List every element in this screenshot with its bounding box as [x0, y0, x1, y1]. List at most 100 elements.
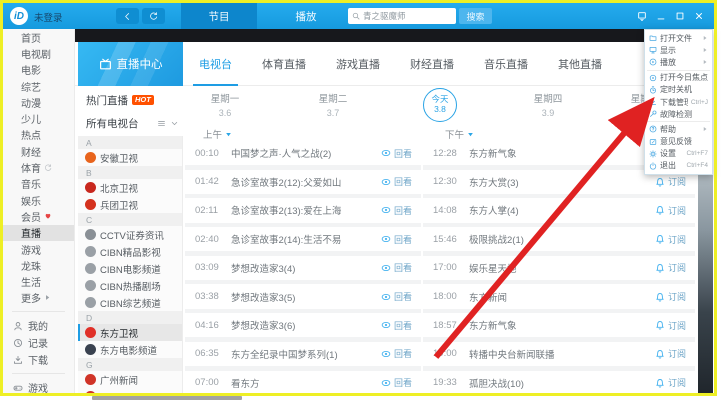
menu-item-2[interactable]: 播放	[645, 56, 712, 68]
menu-item-4[interactable]: 定时关机	[645, 84, 712, 96]
hot-live-row[interactable]: 热门直播 HOT	[78, 89, 183, 111]
morning-filter[interactable]: 上午	[203, 127, 232, 141]
back-button[interactable]	[116, 8, 139, 24]
channel-item[interactable]: 广州新闻	[78, 371, 182, 388]
playback-button[interactable]: 回看	[381, 290, 412, 303]
channel-item[interactable]: CIBN电影频道	[78, 260, 182, 277]
sidebar-item-6[interactable]: 热点	[3, 127, 74, 143]
sidebar-item-5[interactable]: 少儿	[3, 110, 74, 126]
sidebar-item-9[interactable]: 音乐	[3, 176, 74, 192]
menu-item-9[interactable]: 设置Ctrl+F7	[645, 148, 712, 160]
channel-name: 安徽卫视	[100, 151, 138, 165]
menu-item-3[interactable]: 打开今日焦点	[645, 72, 712, 84]
playback-button[interactable]: 回看	[381, 233, 412, 246]
date-today[interactable]: 今天 3.8	[423, 88, 457, 122]
login-status[interactable]: 未登录	[34, 10, 63, 24]
menu-item-1[interactable]: 显示	[645, 44, 712, 56]
sidebar-item-1[interactable]: 电视剧	[3, 45, 74, 61]
refresh-button[interactable]	[142, 8, 165, 24]
maximize-button[interactable]	[672, 8, 687, 24]
subscribe-button[interactable]: 订阅	[655, 376, 686, 389]
all-channels-row[interactable]: 所有电视台	[78, 113, 183, 133]
playback-button[interactable]: 回看	[381, 147, 412, 160]
playback-button[interactable]: 回看	[381, 204, 412, 217]
subscribe-button[interactable]: 订阅	[655, 319, 686, 332]
subscribe-button[interactable]: 订阅	[655, 204, 686, 217]
channel-item[interactable]: 安徽卫视	[78, 149, 182, 166]
channel-item[interactable]: CIBN综艺频道	[78, 294, 182, 311]
list-icon[interactable]	[157, 119, 166, 128]
program-time: 01:42	[195, 176, 231, 187]
sidebar-item-8[interactable]: 体育	[3, 159, 74, 175]
playback-button[interactable]: 回看	[381, 347, 412, 360]
schedule-row: 02:40 急诊室故事2(14):生活不易 回看	[185, 227, 421, 251]
schedule-row: 15:46 极限挑战2(1) 订阅	[423, 227, 695, 251]
channel-item[interactable]: 东方卫视	[78, 324, 182, 341]
sidebar-item-label: 体育	[21, 160, 41, 175]
menu-item-6[interactable]: 故障检测	[645, 108, 712, 120]
live-tab-1[interactable]: 体育直播	[260, 42, 308, 86]
sidebar-item-0[interactable]: 首页	[3, 29, 74, 45]
sidebar-item-12[interactable]: 直播	[3, 225, 74, 241]
sidebar-item-2[interactable]: 电影	[3, 62, 74, 78]
sidebar-item-16[interactable]: 更多	[3, 290, 74, 306]
sidebar-下载-item[interactable]: 下载	[3, 351, 74, 368]
sidebar-游戏-item[interactable]: 游戏	[3, 379, 74, 393]
nav-tab-programs[interactable]: 节目	[181, 3, 257, 29]
sidebar-item-13[interactable]: 游戏	[3, 241, 74, 257]
sidebar-item-3[interactable]: 综艺	[3, 78, 74, 94]
maximize-icon	[675, 11, 685, 21]
live-tab-5[interactable]: 其他直播	[556, 42, 604, 86]
sidebar-item-4[interactable]: 动漫	[3, 94, 74, 110]
search-button[interactable]: 搜索	[459, 8, 492, 24]
subscribe-button[interactable]: 订阅	[655, 233, 686, 246]
sidebar-记录-item[interactable]: 记录	[3, 334, 74, 351]
channel-item[interactable]	[78, 388, 182, 393]
schedule-row: 14:08 东方人掌(4) 订阅	[423, 198, 695, 222]
eye-icon	[381, 320, 391, 330]
date-cell-1[interactable]: 星期二 3.7	[303, 91, 363, 118]
playback-button[interactable]: 回看	[381, 175, 412, 188]
sidebar-divider	[12, 373, 65, 374]
minimize-button[interactable]	[653, 8, 668, 24]
sidebar-item-14[interactable]: 龙珠	[3, 257, 74, 273]
menu-item-5[interactable]: 下载管理Ctrl+J	[645, 96, 712, 108]
subscribe-button[interactable]: 订阅	[655, 290, 686, 303]
menu-item-8[interactable]: 意见反馈	[645, 136, 712, 148]
date-cell-0[interactable]: 星期一 3.6	[195, 91, 255, 118]
close-button[interactable]	[691, 8, 706, 24]
channel-item[interactable]: 兵团卫视	[78, 196, 182, 213]
menu-item-7[interactable]: 帮助	[645, 123, 712, 135]
channel-item[interactable]: 东方电影频道	[78, 341, 182, 358]
sidebar-item-10[interactable]: 娱乐	[3, 192, 74, 208]
playback-button[interactable]: 回看	[381, 319, 412, 332]
live-tab-3[interactable]: 财经直播	[408, 42, 456, 86]
menu-item-0[interactable]: 打开文件	[645, 32, 712, 44]
playback-button[interactable]: 回看	[381, 376, 412, 389]
date-cell-3[interactable]: 星期四 3.9	[518, 91, 578, 118]
channel-item[interactable]: 北京卫视	[78, 179, 182, 196]
subscribe-button[interactable]: 订阅	[655, 175, 686, 188]
channel-item[interactable]: CIBN热播剧场	[78, 277, 182, 294]
afternoon-filter[interactable]: 下午	[445, 127, 474, 141]
menu-item-10[interactable]: 退出Ctrl+F4	[645, 160, 712, 172]
channel-item[interactable]: CIBN精品影视	[78, 243, 182, 260]
live-tab-2[interactable]: 游戏直播	[334, 42, 382, 86]
sidebar-item-11[interactable]: 会员	[3, 208, 74, 224]
channel-logo-icon	[85, 297, 96, 308]
subscribe-button[interactable]: 订阅	[655, 347, 686, 360]
app-menu-icon	[637, 11, 647, 21]
nav-tab-play[interactable]: 播放	[275, 3, 337, 29]
sidebar-我的-item[interactable]: 我的	[3, 317, 74, 334]
chevron-down-icon[interactable]	[170, 119, 179, 128]
subscribe-button[interactable]: 订阅	[655, 261, 686, 274]
channel-item[interactable]: CCTV证券资讯	[78, 226, 182, 243]
search-input[interactable]: 青之驱魔师	[348, 8, 456, 24]
live-tab-0[interactable]: 电视台	[197, 42, 234, 86]
app-menu-button[interactable]	[634, 8, 649, 24]
sidebar-item-7[interactable]: 财经	[3, 143, 74, 159]
playback-button[interactable]: 回看	[381, 261, 412, 274]
live-tab-4[interactable]: 音乐直播	[482, 42, 530, 86]
menu-item-label: 帮助	[660, 124, 699, 135]
sidebar-item-15[interactable]: 生活	[3, 273, 74, 289]
